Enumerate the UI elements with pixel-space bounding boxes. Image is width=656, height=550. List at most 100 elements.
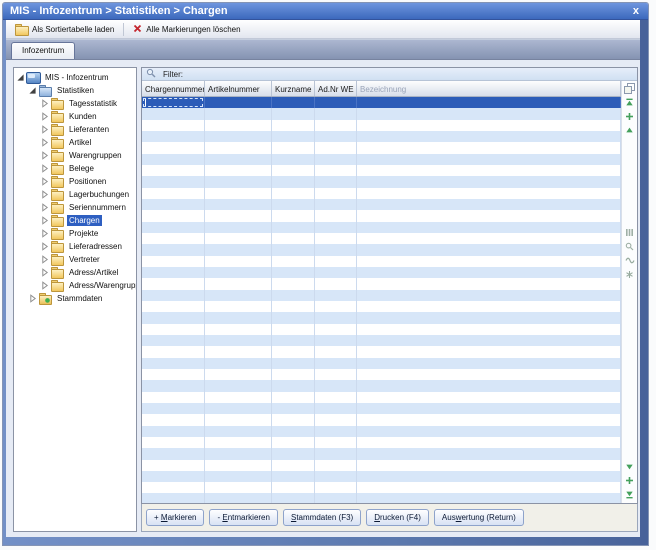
tree-item-positionen[interactable]: Positionen [14,175,136,188]
table-row[interactable] [142,233,621,244]
search-icon[interactable] [624,241,636,252]
expand-toggle-icon[interactable] [40,112,49,121]
expand-toggle-icon[interactable] [40,99,49,108]
expand-toggle-icon[interactable] [40,151,49,160]
table-row[interactable] [142,210,621,221]
expand-toggle-icon[interactable] [40,177,49,186]
table-row[interactable] [142,358,621,369]
table-row[interactable] [142,312,621,323]
close-button[interactable]: x [631,6,641,17]
table-row[interactable] [142,369,621,380]
table-row[interactable] [142,448,621,459]
table-row[interactable] [142,120,621,131]
table-row[interactable] [142,403,621,414]
tree-item-tagesstatistik[interactable]: Tagesstatistik [14,97,136,110]
collapse-toggle-icon[interactable] [16,73,25,82]
action-button-markieren[interactable]: + Markieren [146,509,204,526]
table-row[interactable] [142,335,621,346]
add-icon[interactable] [624,475,636,486]
tree-item-kunden[interactable]: Kunden [14,110,136,123]
tree-item-mis-infozentrum[interactable]: MIS - Infozentrum [14,71,136,84]
move-down-icon[interactable] [624,461,636,472]
column-header-chargennummer[interactable]: Chargennummer [142,81,205,96]
table-row[interactable] [142,324,621,335]
table-row[interactable] [142,437,621,448]
column-header-kurzname[interactable]: Kurzname [272,81,315,96]
expand-toggle-icon[interactable] [40,216,49,225]
action-button-stammdaten-f3[interactable]: Stammdaten (F3) [283,509,361,526]
tree-item-warengruppen[interactable]: Warengruppen [14,149,136,162]
expand-toggle-icon[interactable] [40,281,49,290]
table-row[interactable] [142,460,621,471]
table-row[interactable] [142,471,621,482]
tree-item-vertreter[interactable]: Vertreter [14,253,136,266]
action-button-drucken-f4[interactable]: Drucken (F4) [366,509,429,526]
table-row[interactable] [142,278,621,289]
table-row[interactable] [142,346,621,357]
tree-item-seriennummern[interactable]: Seriennummern [14,201,136,214]
tree-item-lieferanten[interactable]: Lieferanten [14,123,136,136]
tree-item-projekte[interactable]: Projekte [14,227,136,240]
table-row[interactable] [142,493,621,503]
move-up-icon[interactable] [624,125,636,136]
expand-toggle-icon[interactable] [40,242,49,251]
table-row[interactable] [142,142,621,153]
column-header-artikelnummer[interactable]: Artikelnummer [205,81,272,96]
expand-toggle-icon[interactable] [40,255,49,264]
tree-item-adress-artikel[interactable]: Adress/Artikel [14,266,136,279]
table-row[interactable] [142,426,621,437]
expand-toggle-icon[interactable] [40,229,49,238]
table-row[interactable] [142,392,621,403]
table-cell [315,482,357,493]
tree-item-stammdaten[interactable]: Stammdaten [14,292,136,305]
go-first-icon[interactable] [624,97,636,108]
expand-toggle-icon[interactable] [40,190,49,199]
expand-toggle-icon[interactable] [40,138,49,147]
table-row[interactable] [142,482,621,493]
table-row[interactable] [142,188,621,199]
table-row[interactable] [142,97,621,108]
asterisk-icon[interactable] [624,269,636,280]
tree-item-chargen[interactable]: Chargen [14,214,136,227]
tree-item-belege[interactable]: Belege [14,162,136,175]
table-row[interactable] [142,301,621,312]
table-row[interactable] [142,108,621,119]
load-sort-table-button[interactable]: Als Sortiertabelle laden [10,23,118,36]
table-row[interactable] [142,176,621,187]
table-cell [142,97,205,108]
table-row[interactable] [142,154,621,165]
table-row[interactable] [142,199,621,210]
tab-infozentrum[interactable]: Infozentrum [11,42,75,59]
table-row[interactable] [142,165,621,176]
action-button-auswertung-return[interactable]: Auswertung (Return) [434,509,524,526]
expand-toggle-icon[interactable] [40,203,49,212]
tree-item-artikel[interactable]: Artikel [14,136,136,149]
expand-toggle-icon[interactable] [40,164,49,173]
add-icon[interactable] [624,111,636,122]
wave-icon[interactable] [624,255,636,266]
expand-toggle-icon[interactable] [40,268,49,277]
table-row[interactable] [142,131,621,142]
expand-toggle-icon[interactable] [28,294,37,303]
column-header-ad-nr-we[interactable]: Ad.Nr WE [315,81,357,96]
collapse-toggle-icon[interactable] [28,86,37,95]
table-row[interactable] [142,267,621,278]
filter-row[interactable]: Filter: [142,68,637,81]
go-last-icon[interactable] [624,489,636,500]
grid-columns-icon[interactable] [624,227,636,238]
action-button-entmarkieren[interactable]: - Entmarkieren [209,509,277,526]
table-row[interactable] [142,244,621,255]
table-row[interactable] [142,290,621,301]
tree-item-statistiken[interactable]: Statistiken [14,84,136,97]
table-row[interactable] [142,256,621,267]
column-header-bezeichnung[interactable]: Bezeichnung [357,81,621,96]
clear-markings-button[interactable]: Alle Markierungen löschen [129,23,244,36]
table-row[interactable] [142,380,621,391]
table-row[interactable] [142,222,621,233]
tree-item-adress-warengruppen[interactable]: Adress/Warengruppen [14,279,136,292]
copy-icon[interactable] [624,83,636,94]
table-row[interactable] [142,414,621,425]
expand-toggle-icon[interactable] [40,125,49,134]
tree-item-lieferadressen[interactable]: Lieferadressen [14,240,136,253]
tree-item-lagerbuchungen[interactable]: Lagerbuchungen [14,188,136,201]
